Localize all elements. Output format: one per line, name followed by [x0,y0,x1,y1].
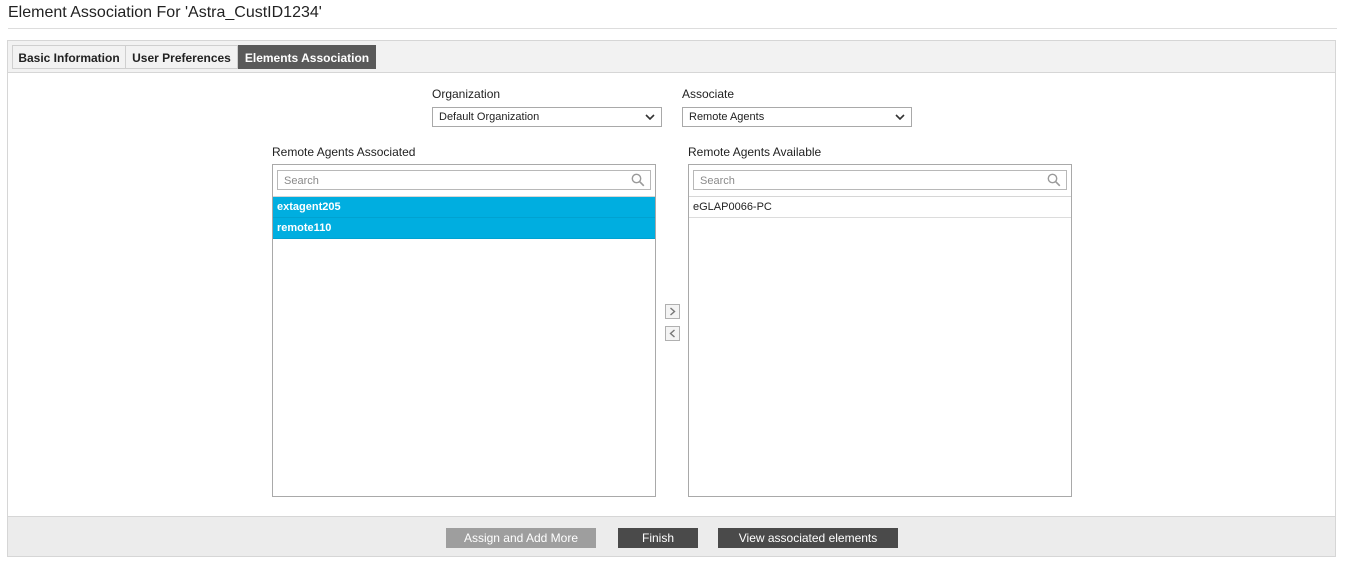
tab-elements-association[interactable]: Elements Association [238,45,376,69]
available-list-title: Remote Agents Available [688,145,822,159]
content-frame: Basic Information User Preferences Eleme… [7,40,1336,557]
list-item[interactable]: remote110 [273,218,655,239]
associate-value: Remote Agents [689,111,765,123]
available-items: eGLAP0066-PC [689,196,1071,218]
title-divider [8,28,1337,29]
chevron-left-icon [669,329,675,338]
associate-select[interactable]: Remote Agents [682,107,912,127]
list-item[interactable]: eGLAP0066-PC [689,197,1071,218]
chevron-down-icon [645,108,655,126]
move-left-button[interactable] [665,326,680,341]
associated-search-box [277,170,651,190]
available-search-input[interactable] [694,172,1044,190]
tab-user-preferences[interactable]: User Preferences [125,45,238,69]
finish-button[interactable]: Finish [618,528,698,548]
assign-and-add-more-button[interactable]: Assign and Add More [446,528,596,548]
organization-value: Default Organization [439,111,540,123]
associated-list-title: Remote Agents Associated [272,145,416,159]
associated-listbox: extagent205 remote110 [272,164,656,497]
chevron-down-icon [895,108,905,126]
available-listbox: eGLAP0066-PC [688,164,1072,497]
tab-bar: Basic Information User Preferences Eleme… [8,41,1335,73]
page-title: Element Association For 'Astra_CustID123… [8,4,322,21]
chevron-right-icon [670,307,676,316]
associated-search-input[interactable] [278,172,628,190]
footer-bar: Assign and Add More Finish View associat… [8,516,1335,556]
associate-label: Associate [682,87,735,101]
search-icon[interactable] [1047,173,1061,187]
view-associated-elements-button[interactable]: View associated elements [718,528,898,548]
available-search-box [693,170,1067,190]
list-item[interactable]: extagent205 [273,197,655,218]
tab-basic-information[interactable]: Basic Information [12,45,126,69]
move-right-button[interactable] [665,304,680,319]
organization-select[interactable]: Default Organization [432,107,662,127]
search-icon[interactable] [631,173,645,187]
associated-items: extagent205 remote110 [273,196,655,239]
organization-label: Organization [432,87,501,101]
